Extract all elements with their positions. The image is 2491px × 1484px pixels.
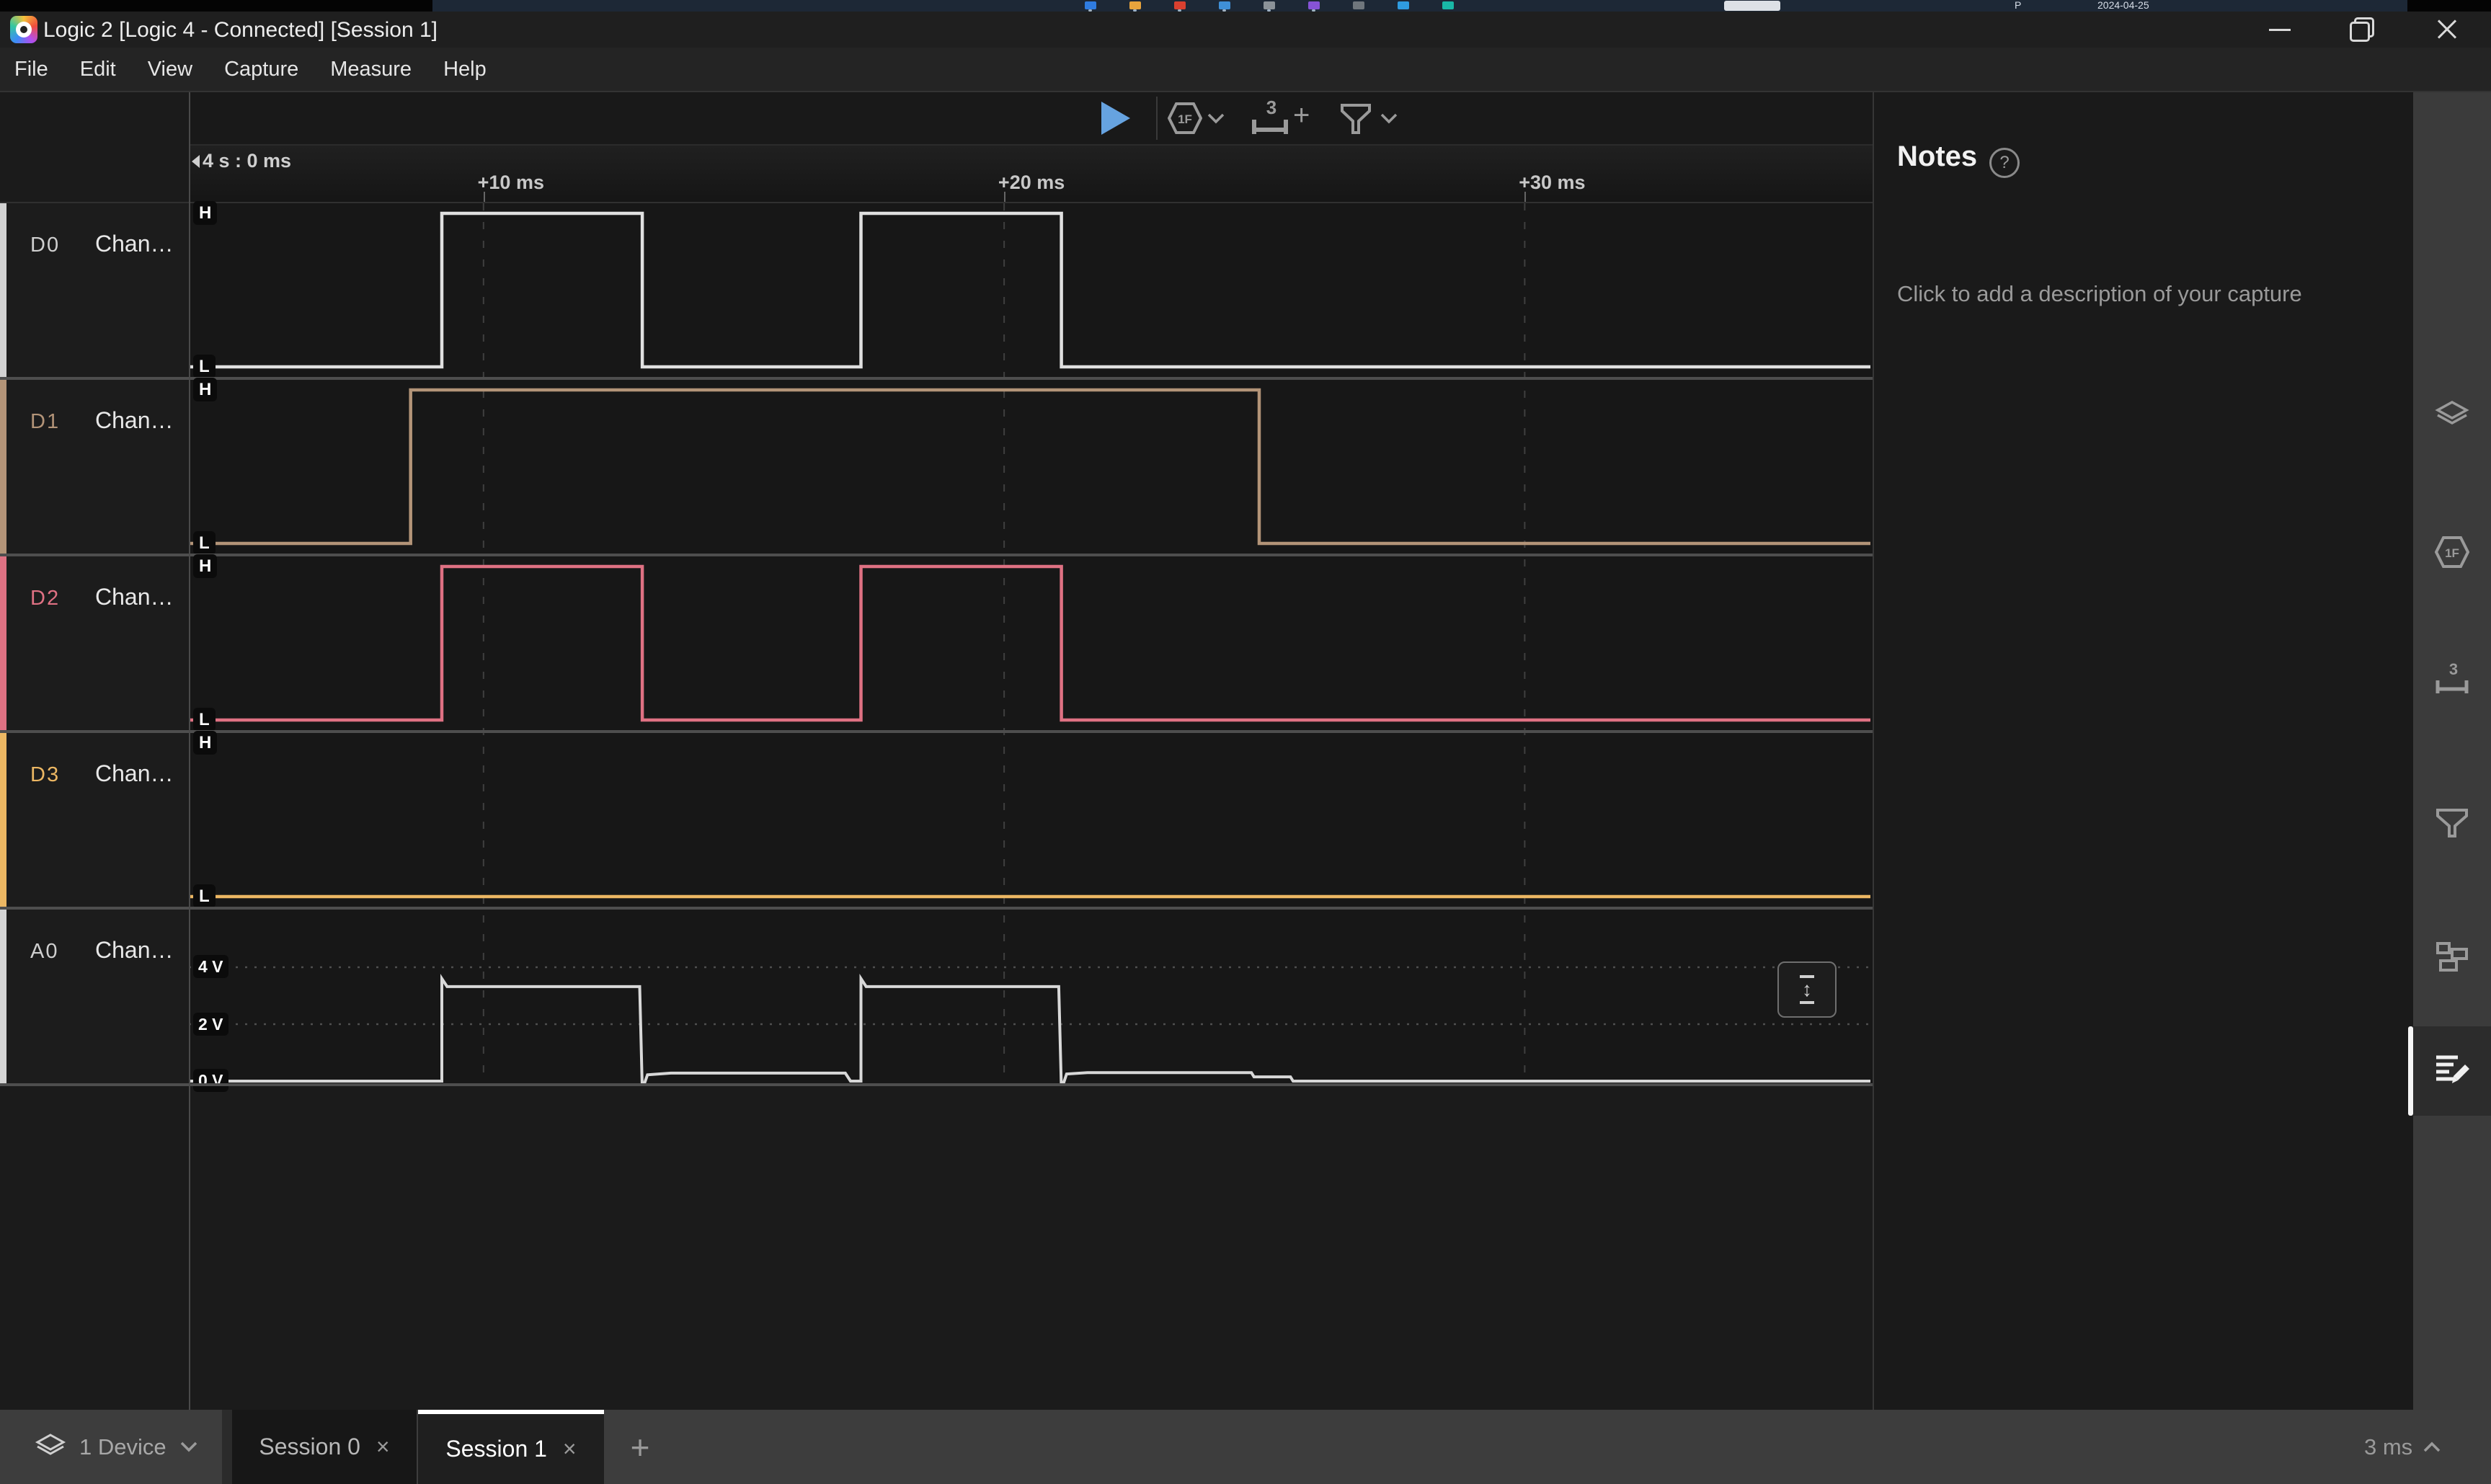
scale-bottom-bar-icon (1800, 1001, 1814, 1004)
column-divider (189, 92, 190, 1410)
taskbar-app-icon (1398, 1, 1409, 9)
analyzers-icon[interactable] (2435, 399, 2469, 434)
new-session-button[interactable]: + (617, 1410, 663, 1484)
taskbar-sliver: P 2024-04-25 (0, 0, 2491, 12)
taskbar-app-icon (1442, 1, 1454, 9)
taskbar-date: 2024-04-25 (2097, 0, 2149, 11)
help-glyph: ? (1999, 153, 2009, 173)
channel-column (0, 92, 189, 1410)
window-title: Logic 2 [Logic 4 - Connected] [Session 1… (43, 18, 438, 43)
timing-window-control[interactable]: 3 ms (2364, 1410, 2441, 1484)
chevron-up-icon (2423, 1441, 2441, 1453)
close-tab-icon[interactable]: × (563, 1436, 577, 1462)
annotations-icon[interactable] (2435, 1050, 2469, 1085)
tab-label: Session 0 (259, 1434, 360, 1460)
svg-text:3: 3 (2449, 662, 2458, 678)
extensions-icon[interactable] (2435, 939, 2469, 974)
close-icon (2435, 17, 2459, 42)
taskbar-clock-fragment: P (2015, 0, 2021, 11)
close-button[interactable] (2415, 12, 2479, 48)
tab-session-1[interactable]: Session 1 × (418, 1410, 604, 1484)
taskbar-app-icon (1085, 1, 1096, 9)
measurements-icon[interactable]: 3 (1250, 97, 1290, 138)
timeline-origin-label: 4 s : 0 ms (203, 150, 291, 172)
help-icon[interactable]: ? (1989, 148, 2020, 178)
rail-active-indicator (2408, 1026, 2413, 1116)
menu-capture[interactable]: Capture (224, 58, 298, 81)
trigger-icon[interactable]: 1F (1168, 102, 1202, 134)
collapsed-marker-icon (192, 155, 200, 168)
device-icon (35, 1433, 66, 1462)
menu-view[interactable]: View (148, 58, 192, 81)
taskbar-active-app-pill (1724, 1, 1780, 11)
tab-gap (222, 1410, 232, 1484)
vertical-arrows-icon: ↕ (1802, 979, 1812, 1000)
taskbar-app-icon (1174, 1, 1186, 9)
menu-edit[interactable]: Edit (80, 58, 116, 81)
menu-file[interactable]: File (14, 58, 48, 81)
toolbar-divider (1156, 97, 1158, 140)
filter-icon[interactable] (1339, 102, 1372, 135)
device-selector[interactable]: 1 Device (0, 1410, 222, 1484)
timeline-origin: 4 s : 0 ms (192, 150, 291, 172)
restore-icon (2350, 17, 2374, 42)
taskbar-app-icon (1264, 1, 1275, 9)
svg-text:1F: 1F (2445, 546, 2459, 560)
svg-text:1F: 1F (1178, 112, 1192, 126)
add-measurement-button[interactable]: + (1293, 99, 1310, 132)
notes-title: Notes (1897, 141, 1977, 173)
notes-panel-divider (1873, 92, 1874, 1410)
filters-sidebar-icon[interactable] (2435, 804, 2469, 839)
notes-description-placeholder[interactable]: Click to add a description of your captu… (1897, 281, 2302, 307)
timeline-ruler[interactable] (189, 146, 1873, 203)
waveform-canvas[interactable] (189, 203, 1870, 1083)
minimize-icon (2269, 29, 2291, 31)
capture-toolbar: 1F 3 + (189, 92, 1873, 146)
restore-button[interactable] (2330, 12, 2394, 48)
taskbar-app-icon (1129, 1, 1141, 9)
taskbar-app-icon (1308, 1, 1320, 9)
minimize-button[interactable] (2247, 12, 2312, 48)
close-tab-icon[interactable]: × (376, 1434, 390, 1460)
menu-bar: File Edit View Capture Measure Help (0, 48, 2491, 92)
tab-session-0[interactable]: Session 0 × (232, 1410, 417, 1484)
play-button[interactable] (1101, 102, 1130, 135)
taskbar-strip: P 2024-04-25 (432, 0, 2407, 12)
taskbar-app-icon (1353, 1, 1364, 9)
analog-scale-button[interactable]: ↕ (1777, 961, 1837, 1018)
chevron-down-icon[interactable] (1380, 112, 1398, 125)
tab-label: Session 1 (445, 1436, 547, 1462)
trigger-sidebar-icon[interactable]: 1F (2435, 535, 2469, 569)
measurements-sidebar-icon[interactable]: 3 (2435, 662, 2469, 696)
timing-window-label: 3 ms (2364, 1434, 2412, 1460)
app-logo-icon (10, 16, 37, 43)
device-label: 1 Device (79, 1434, 166, 1460)
right-sidebar-rail (2413, 92, 2491, 1484)
menu-help[interactable]: Help (443, 58, 487, 81)
title-bar: Logic 2 [Logic 4 - Connected] [Session 1… (0, 12, 2491, 48)
chevron-down-icon (179, 1441, 198, 1454)
svg-text:3: 3 (1266, 97, 1276, 118)
menu-measure[interactable]: Measure (330, 58, 412, 81)
taskbar-app-icon (1219, 1, 1230, 9)
chevron-down-icon[interactable] (1207, 112, 1225, 125)
